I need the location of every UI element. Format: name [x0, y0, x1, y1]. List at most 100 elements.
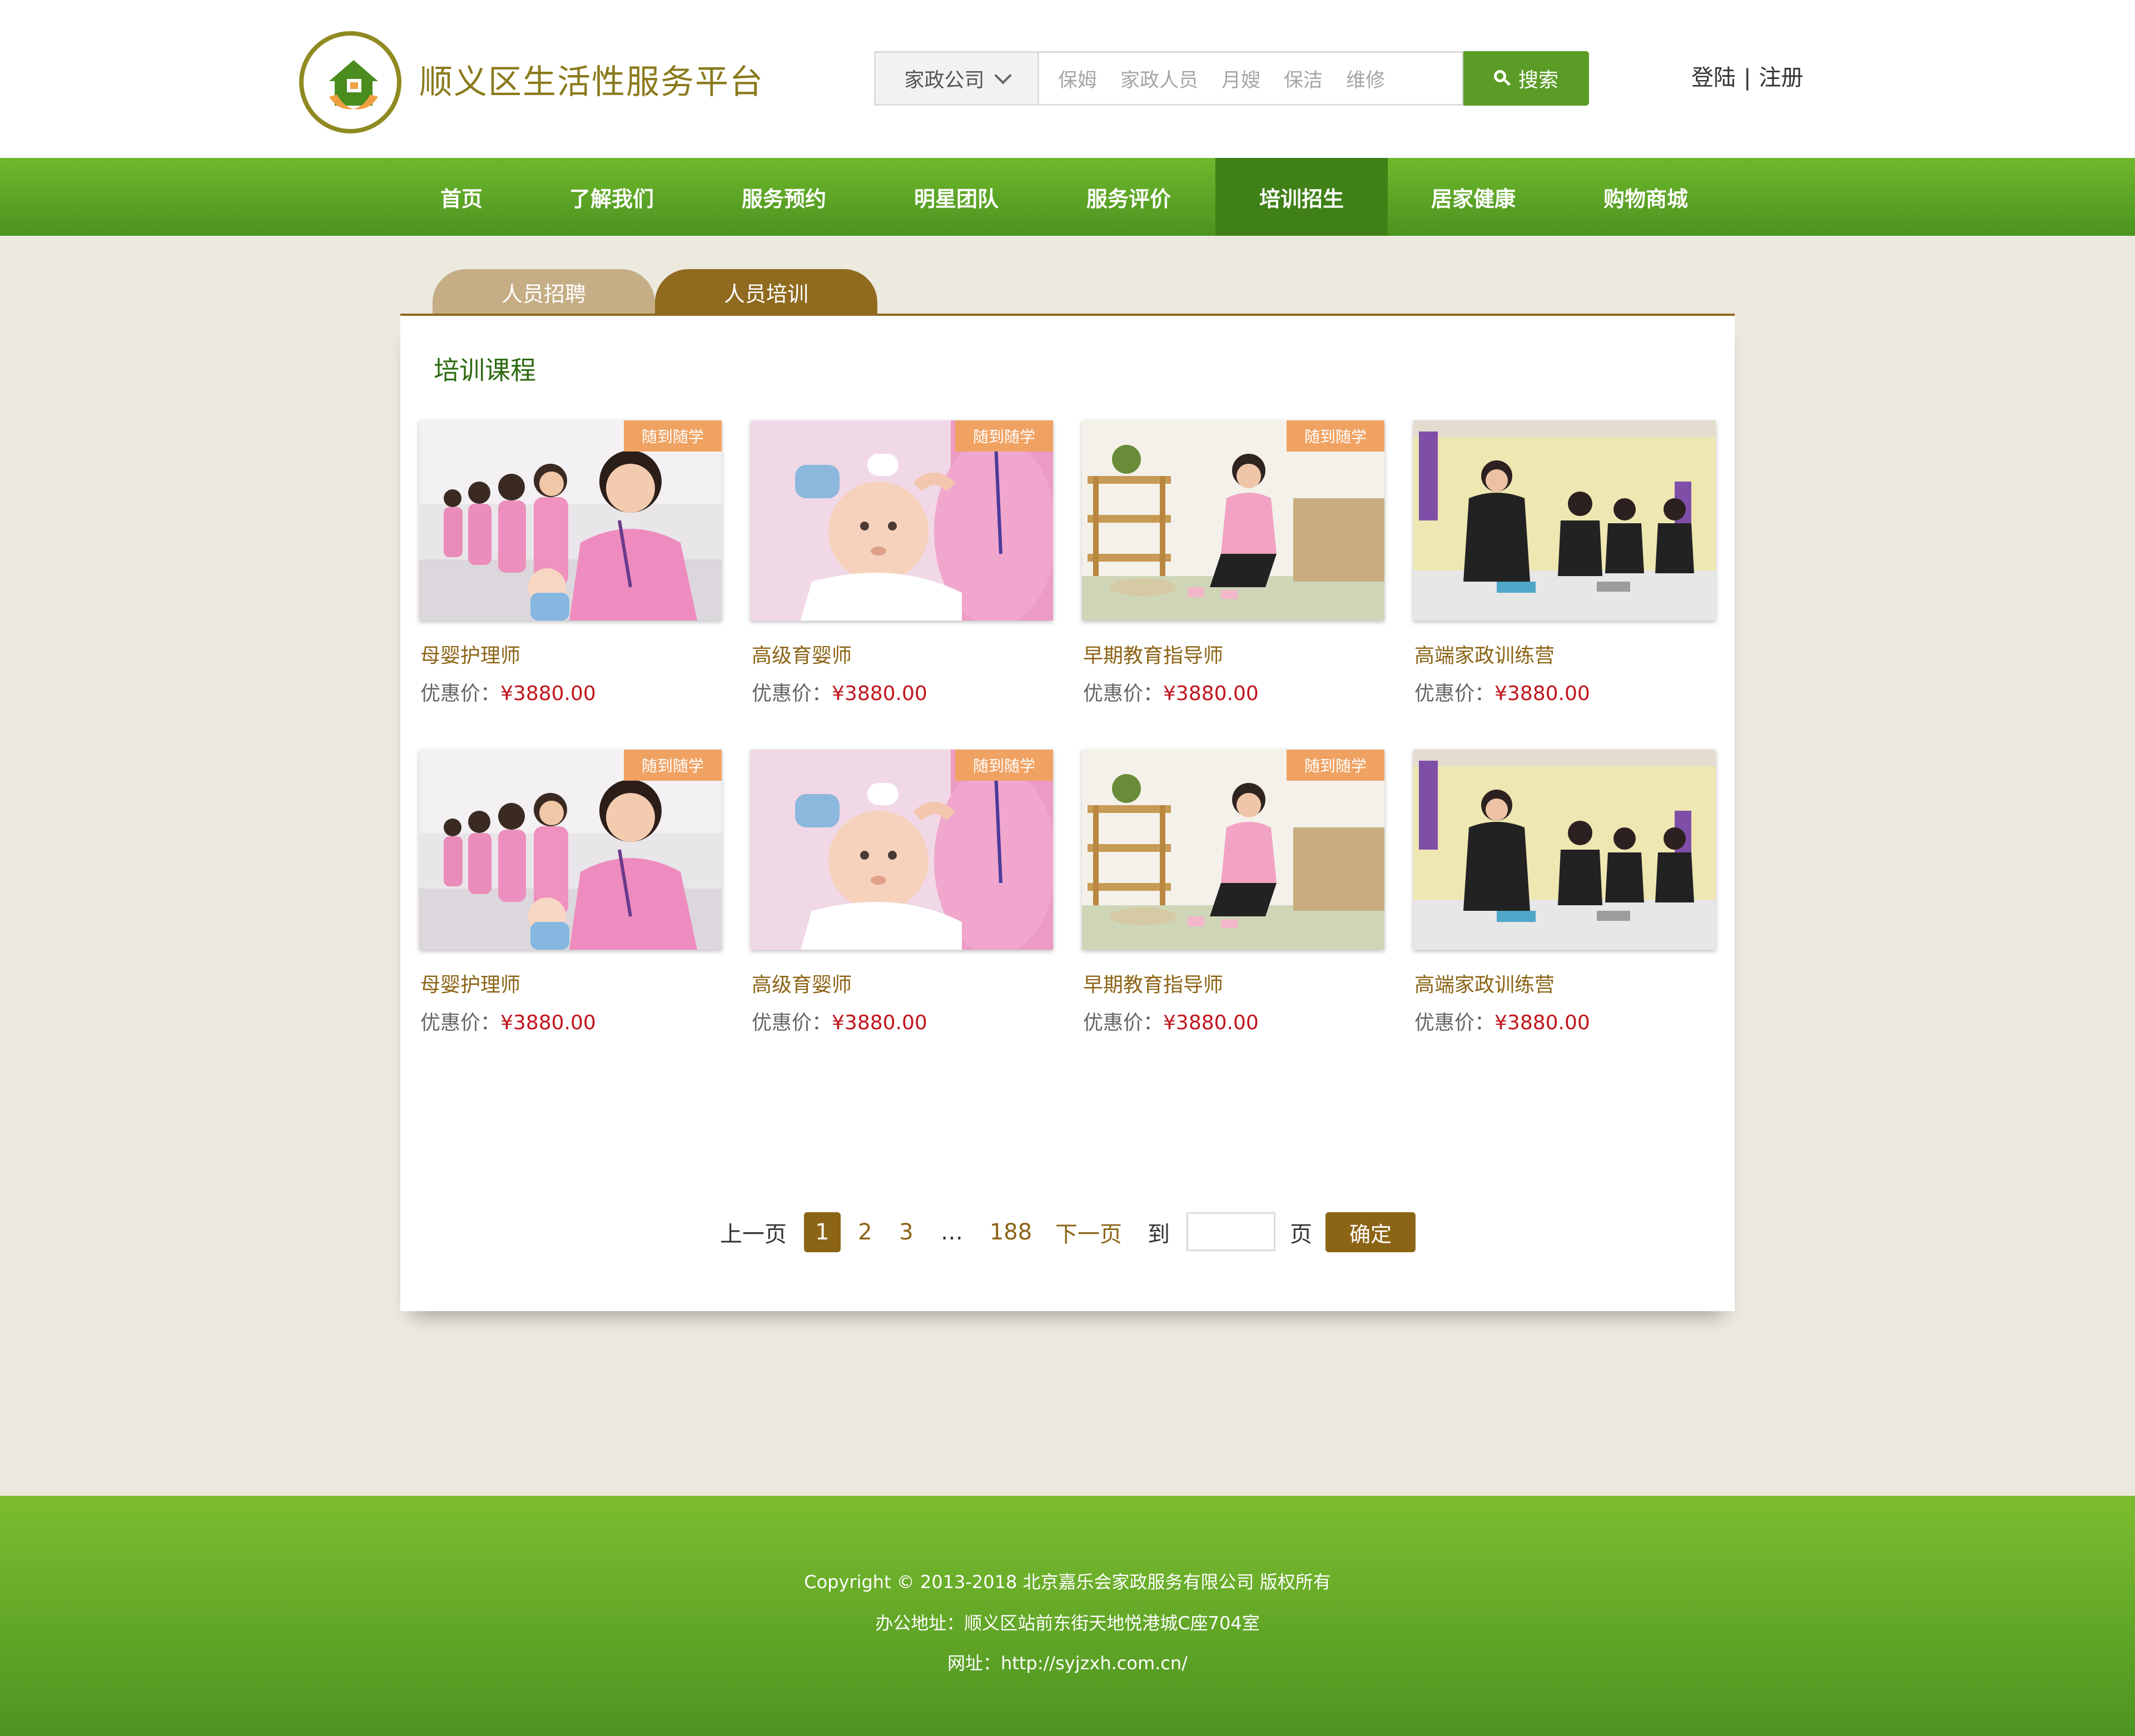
course-name[interactable]: 高端家政训练营 — [1414, 639, 1555, 668]
course-name[interactable]: 早期教育指导师 — [1083, 639, 1223, 668]
search-button[interactable]: 搜索 — [1463, 51, 1589, 106]
search-input[interactable]: 保姆 家政人员 月嫂 保洁 维修 — [1058, 53, 1385, 104]
login-link[interactable]: 登陆 — [1691, 60, 1736, 96]
price-value: ¥3880.00 — [500, 1011, 596, 1034]
auth-links: 登陆 | 注册 — [1691, 60, 1803, 96]
course-photo[interactable]: 随到随学 — [751, 420, 1053, 621]
price-label: 优惠价： — [420, 1011, 501, 1034]
nav-item-home-health[interactable]: 居家健康 — [1407, 158, 1540, 236]
price-label: 优惠价： — [420, 682, 501, 705]
course-name[interactable]: 高级育婴师 — [752, 639, 852, 668]
course-name[interactable]: 母婴护理师 — [420, 969, 520, 998]
course-badge: 随到随学 — [624, 750, 722, 781]
search-hint: 维修 — [1346, 69, 1386, 92]
search-hint: 月嫂 — [1222, 69, 1261, 92]
course-photo[interactable]: 随到随学 — [1082, 750, 1384, 950]
page-unit-label: 页 — [1290, 1222, 1312, 1247]
price-value: ¥3880.00 — [500, 682, 596, 705]
price-value: ¥3880.00 — [832, 1011, 927, 1034]
pagination-ellipsis: … — [941, 1219, 963, 1245]
course-name[interactable]: 高级育婴师 — [752, 969, 852, 998]
search-hint: 保洁 — [1284, 69, 1323, 92]
search-category-label: 家政公司 — [904, 69, 985, 92]
course-badge: 随到随学 — [1287, 420, 1384, 452]
nav-item-reviews[interactable]: 服务评价 — [1062, 158, 1195, 236]
course-price: 优惠价：¥3880.00 — [1414, 677, 1590, 706]
course-card[interactable]: 随到随学 母婴护理师 优惠价：¥3880.00 — [419, 750, 722, 1061]
course-card[interactable]: 随到随学 母婴护理师 优惠价：¥3880.00 — [419, 420, 722, 732]
photo-staff-black — [1413, 420, 1716, 621]
search-box: 家政公司 保姆 家政人员 月嫂 保洁 维修 — [874, 51, 1463, 106]
search-button-label: 搜索 — [1518, 69, 1558, 92]
course-photo[interactable] — [1413, 750, 1716, 950]
site-logo[interactable] — [299, 31, 401, 133]
photo-staff-black — [1413, 750, 1716, 950]
price-label: 优惠价： — [1414, 1011, 1495, 1034]
price-value: ¥3880.00 — [832, 682, 927, 705]
page-number-input[interactable] — [1186, 1212, 1275, 1251]
course-badge: 随到随学 — [1287, 750, 1384, 781]
nav-item-star-team[interactable]: 明星团队 — [890, 158, 1023, 236]
page-link-current[interactable]: 1 — [804, 1212, 841, 1252]
course-price: 优惠价：¥3880.00 — [1414, 1006, 1590, 1035]
course-name[interactable]: 早期教育指导师 — [1083, 969, 1223, 998]
search-category-select[interactable]: 家政公司 — [876, 53, 1039, 104]
course-photo[interactable]: 随到随学 — [1082, 420, 1384, 621]
footer-address: 办公地址：顺义区站前东街天地悦港城C座704室 — [875, 1613, 1260, 1634]
tab-training[interactable]: 人员培训 — [655, 269, 877, 315]
prev-page-link[interactable]: 上一页 — [717, 1212, 790, 1252]
nav-item-home[interactable]: 首页 — [400, 158, 523, 236]
course-price: 优惠价：¥3880.00 — [420, 677, 596, 706]
page-link-last[interactable]: 188 — [983, 1212, 1039, 1252]
nav-item-booking[interactable]: 服务预约 — [717, 158, 851, 236]
goto-label: 到 — [1148, 1222, 1170, 1247]
course-photo[interactable]: 随到随学 — [419, 420, 722, 621]
course-card[interactable]: 随到随学 高级育婴师 优惠价：¥3880.00 — [751, 420, 1053, 732]
course-card[interactable]: 随到随学 早期教育指导师 优惠价：¥3880.00 — [1082, 750, 1384, 1061]
price-label: 优惠价： — [1083, 682, 1164, 705]
house-hands-icon — [329, 60, 378, 110]
register-link[interactable]: 注册 — [1759, 60, 1803, 96]
nav-item-about[interactable]: 了解我们 — [545, 158, 678, 236]
search-icon — [1493, 70, 1511, 87]
site-header: 顺义区生活性服务平台 家政公司 保姆 家政人员 月嫂 保洁 维修 搜索 登陆 |… — [0, 0, 2135, 158]
auth-separator: | — [1744, 65, 1751, 91]
course-name[interactable]: 高端家政训练营 — [1414, 969, 1555, 998]
section-title: 培训课程 — [434, 355, 536, 385]
course-badge: 随到随学 — [955, 750, 1053, 781]
pagination: 上一页 1 2 3 … 188 下一页 到 页 确定 — [400, 1212, 1735, 1252]
confirm-button[interactable]: 确定 — [1325, 1212, 1416, 1252]
nav-item-shop[interactable]: 购物商城 — [1579, 158, 1712, 236]
page-link[interactable]: 3 — [890, 1212, 923, 1252]
price-label: 优惠价： — [1083, 1011, 1164, 1034]
tab-recruitment[interactable]: 人员招聘 — [433, 269, 655, 315]
nav-item-training[interactable]: 培训招生 — [1215, 158, 1388, 236]
course-photo[interactable]: 随到随学 — [751, 750, 1053, 950]
course-card[interactable]: 随到随学 早期教育指导师 优惠价：¥3880.00 — [1082, 420, 1384, 732]
course-photo[interactable]: 随到随学 — [419, 750, 722, 950]
course-card[interactable]: 高端家政训练营 优惠价：¥3880.00 — [1413, 420, 1716, 732]
course-badge: 随到随学 — [955, 420, 1053, 452]
next-page-link[interactable]: 下一页 — [1050, 1212, 1128, 1252]
search-hint: 家政人员 — [1120, 69, 1199, 92]
price-value: ¥3880.00 — [1163, 1011, 1259, 1034]
course-name[interactable]: 母婴护理师 — [420, 639, 520, 668]
price-value: ¥3880.00 — [1163, 682, 1259, 705]
price-label: 优惠价： — [752, 1011, 832, 1034]
site-title: 顺义区生活性服务平台 — [419, 63, 764, 102]
course-price: 优惠价：¥3880.00 — [1083, 677, 1259, 706]
main-nav: 首页 了解我们 服务预约 明星团队 服务评价 培训招生 居家健康 购物商城 — [0, 158, 2135, 236]
page-link[interactable]: 2 — [848, 1212, 882, 1252]
content-panel: 培训课程 随到随学 母婴护理师 优惠价：¥3880.00 随到随学 高级育婴师 … — [400, 314, 1735, 1311]
search-hint: 保姆 — [1058, 69, 1098, 92]
footer-website[interactable]: 网址：http://syjzxh.com.cn/ — [0, 1649, 2135, 1675]
footer-copyright: Copyright © 2013-2018 北京嘉乐会家政服务有限公司 版权所有 — [804, 1571, 1331, 1593]
price-label: 优惠价： — [1414, 682, 1495, 705]
course-photo[interactable] — [1413, 420, 1716, 621]
price-label: 优惠价： — [752, 682, 832, 705]
course-card[interactable]: 高端家政训练营 优惠价：¥3880.00 — [1413, 750, 1716, 1061]
chevron-down-icon — [994, 67, 1012, 85]
course-card[interactable]: 随到随学 高级育婴师 优惠价：¥3880.00 — [751, 750, 1053, 1061]
course-price: 优惠价：¥3880.00 — [1083, 1006, 1259, 1035]
price-value: ¥3880.00 — [1494, 682, 1590, 705]
